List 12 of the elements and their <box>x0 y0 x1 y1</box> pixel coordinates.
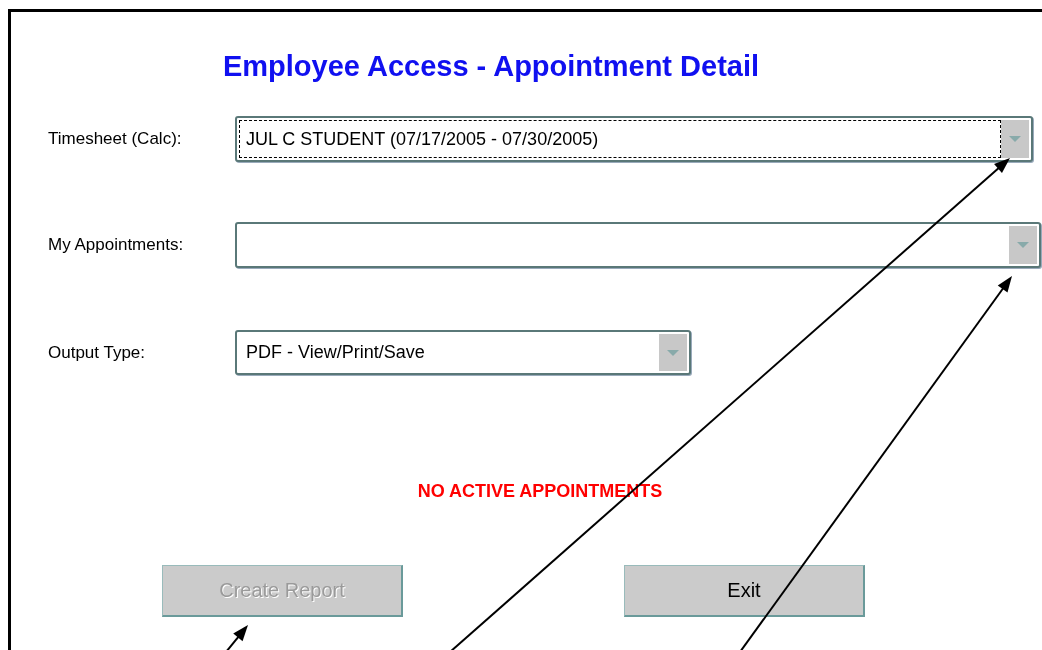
dropdown-field[interactable]: PDF - View/Print/Save <box>235 330 691 375</box>
field-label: Output Type: <box>48 342 147 363</box>
page-title: Employee Access - Appointment Detail <box>222 49 760 84</box>
dropdown-caret-icon[interactable] <box>1009 226 1037 264</box>
dropdown-caret-icon[interactable] <box>1001 120 1029 158</box>
field-label: Timesheet (Calc): <box>48 129 183 149</box>
dropdown-caret-icon[interactable] <box>659 334 687 371</box>
field-label: My Appointments: <box>48 235 185 255</box>
dropdown-field[interactable] <box>235 222 1041 268</box>
exit-button[interactable]: Exit <box>624 565 865 617</box>
annotation-arrow <box>225 625 248 650</box>
dropdown-field[interactable]: JUL C STUDENT (07/17/2005 - 07/30/2005) <box>235 116 1033 162</box>
